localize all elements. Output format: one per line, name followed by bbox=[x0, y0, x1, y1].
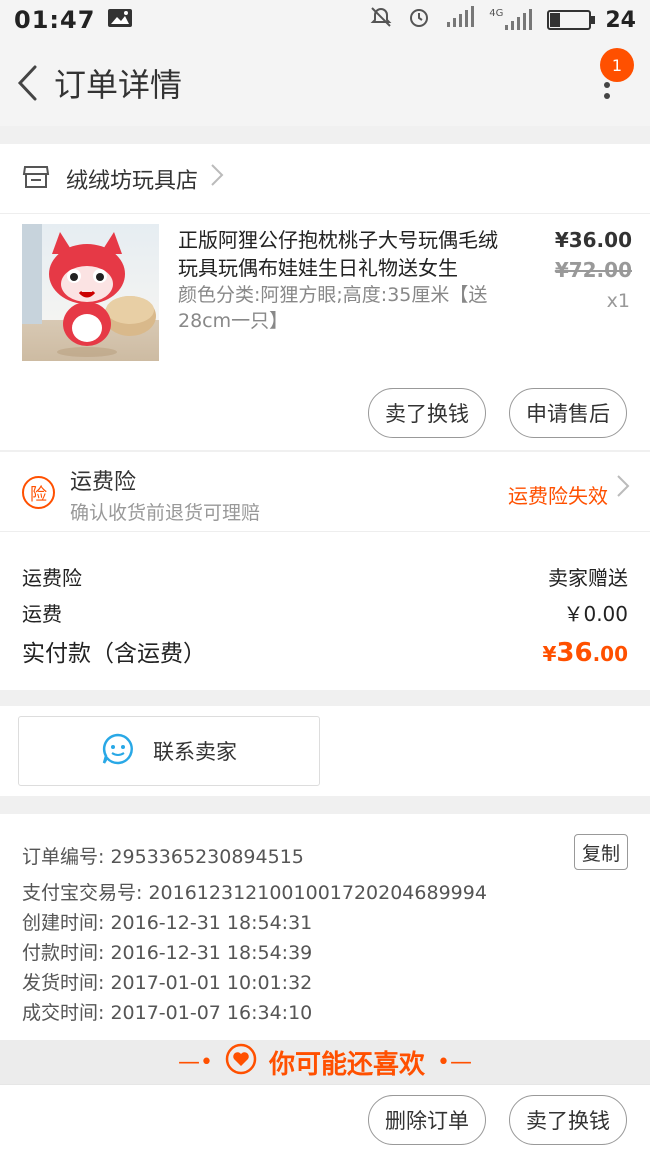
product-image bbox=[22, 224, 159, 361]
alarm-icon bbox=[407, 5, 431, 35]
chevron-left-icon bbox=[17, 65, 37, 101]
insurance-subtitle: 确认收货前退货可理赔 bbox=[70, 502, 261, 524]
fee-value: 卖家赠送 bbox=[548, 566, 628, 590]
sell-button[interactable]: 卖了换钱 bbox=[368, 388, 486, 438]
insurance-status: 运费险失效 bbox=[508, 484, 608, 508]
recommend-title: 你可能还喜欢 bbox=[268, 1049, 425, 1080]
shop-row[interactable]: 绒绒坊玩具店 bbox=[0, 144, 650, 214]
order-number-label: 订单编号: bbox=[22, 846, 105, 868]
total-currency: ¥ bbox=[542, 642, 557, 666]
recommend-header: —• 你可能还喜欢 •— bbox=[0, 1040, 650, 1084]
after-sale-button[interactable]: 申请售后 bbox=[509, 388, 627, 438]
mute-icon bbox=[369, 5, 393, 35]
total-integer: 36 bbox=[556, 638, 593, 668]
sell-button-bottom[interactable]: 卖了换钱 bbox=[509, 1095, 627, 1145]
done-time-row: 成交时间: 2017-01-07 16:34:10 bbox=[22, 998, 312, 1025]
product-spec: 颜色分类:阿狸方眼;高度:35厘米【送28cm一只】 bbox=[178, 284, 488, 332]
signal-icon bbox=[445, 6, 475, 34]
fee-value: ￥0.00 bbox=[563, 602, 628, 626]
order-number: 2953365230894515 bbox=[110, 846, 304, 868]
total-decimal: .00 bbox=[592, 642, 628, 666]
chevron-right-icon bbox=[210, 163, 224, 194]
insurance-icon: 险 bbox=[22, 476, 55, 509]
alipay-number: 2016123121001001720204689994 bbox=[148, 882, 487, 904]
contact-seller-button[interactable]: 联系卖家 bbox=[18, 716, 320, 786]
chevron-right-icon bbox=[616, 474, 630, 505]
fee-row-insurance: 运费险 卖家赠送 bbox=[22, 562, 628, 591]
fee-label: 运费 bbox=[22, 602, 62, 626]
paid-time-row: 付款时间: 2016-12-31 18:54:39 bbox=[22, 938, 312, 965]
shipping-insurance-row[interactable]: 险 运费险 确认收货前退货可理赔 运费险失效 bbox=[0, 452, 650, 532]
battery-icon bbox=[547, 10, 596, 30]
shipped-label: 发货时间: bbox=[22, 972, 105, 994]
done-label: 成交时间: bbox=[22, 1002, 105, 1024]
more-dot-icon bbox=[604, 93, 610, 99]
battery-fill bbox=[550, 13, 560, 27]
heart-icon bbox=[225, 1043, 257, 1082]
shipped-time-row: 发货时间: 2017-01-01 10:01:32 bbox=[22, 968, 312, 995]
paid-label: 付款时间: bbox=[22, 942, 105, 964]
product-price: ¥36.00 bbox=[554, 228, 632, 252]
created-label: 创建时间: bbox=[22, 912, 105, 934]
alipay-label: 支付宝交易号: bbox=[22, 882, 143, 904]
contact-seller-label: 联系卖家 bbox=[153, 740, 237, 764]
status-time: 01:47 bbox=[14, 6, 96, 34]
product-original-price: ¥72.00 bbox=[554, 258, 632, 282]
back-button[interactable] bbox=[4, 53, 50, 113]
status-bar: 01:47 4G 24 bbox=[0, 0, 650, 40]
network-label: 4G bbox=[489, 8, 504, 19]
shop-name: 绒绒坊玩具店 bbox=[66, 168, 199, 194]
total-amount: ¥36.00 bbox=[542, 638, 628, 668]
product-item[interactable]: 正版阿狸公仔抱枕桃子大号玩偶毛绒玩具玩偶布娃娃生日礼物送女生 颜色分类:阿狸方眼… bbox=[0, 214, 650, 450]
order-info: 订单编号: 2953365230894515 复制 支付宝交易号: 201612… bbox=[0, 814, 650, 1040]
fee-label: 运费险 bbox=[22, 566, 82, 590]
alipay-number-row: 支付宝交易号: 2016123121001001720204689994 bbox=[22, 878, 487, 905]
copy-button[interactable]: 复制 bbox=[574, 834, 628, 870]
battery-level: 24 bbox=[605, 7, 636, 33]
fee-row-total: 实付款（含运费） ¥36.00 bbox=[22, 634, 628, 668]
divider-left: —• bbox=[178, 1049, 213, 1075]
image-notification-icon bbox=[107, 6, 133, 34]
divider-right: •— bbox=[437, 1049, 472, 1075]
more-dot-icon bbox=[604, 82, 610, 88]
notification-badge: 1 bbox=[600, 48, 634, 82]
page-title: 订单详情 bbox=[54, 66, 183, 104]
paid-time: 2016-12-31 18:54:39 bbox=[110, 942, 313, 964]
fee-summary: 运费险 卖家赠送 运费 ￥0.00 实付款（含运费） ¥36.00 bbox=[0, 532, 650, 690]
fee-row-shipping: 运费 ￥0.00 bbox=[22, 598, 628, 627]
total-label: 实付款（含运费） bbox=[22, 641, 206, 667]
shipped-time: 2017-01-01 10:01:32 bbox=[110, 972, 313, 994]
order-number-row: 订单编号: 2953365230894515 bbox=[22, 842, 304, 869]
bottom-action-bar: 删除订单 卖了换钱 bbox=[0, 1084, 650, 1155]
contact-section: 联系卖家 bbox=[0, 706, 650, 796]
chat-bubble-icon bbox=[101, 732, 135, 771]
product-name: 正版阿狸公仔抱枕桃子大号玩偶毛绒玩具玩偶布娃娃生日礼物送女生 bbox=[178, 228, 498, 280]
delete-order-button[interactable]: 删除订单 bbox=[368, 1095, 486, 1145]
insurance-title: 运费险 bbox=[70, 470, 137, 495]
app-header: 订单详情 1 bbox=[0, 40, 650, 126]
store-icon bbox=[22, 164, 50, 194]
created-time-row: 创建时间: 2016-12-31 18:54:31 bbox=[22, 908, 312, 935]
network-4g-signal-icon: 4G bbox=[489, 9, 533, 31]
done-time: 2017-01-07 16:34:10 bbox=[110, 1002, 313, 1024]
product-quantity: x1 bbox=[606, 290, 630, 312]
created-time: 2016-12-31 18:54:31 bbox=[110, 912, 313, 934]
